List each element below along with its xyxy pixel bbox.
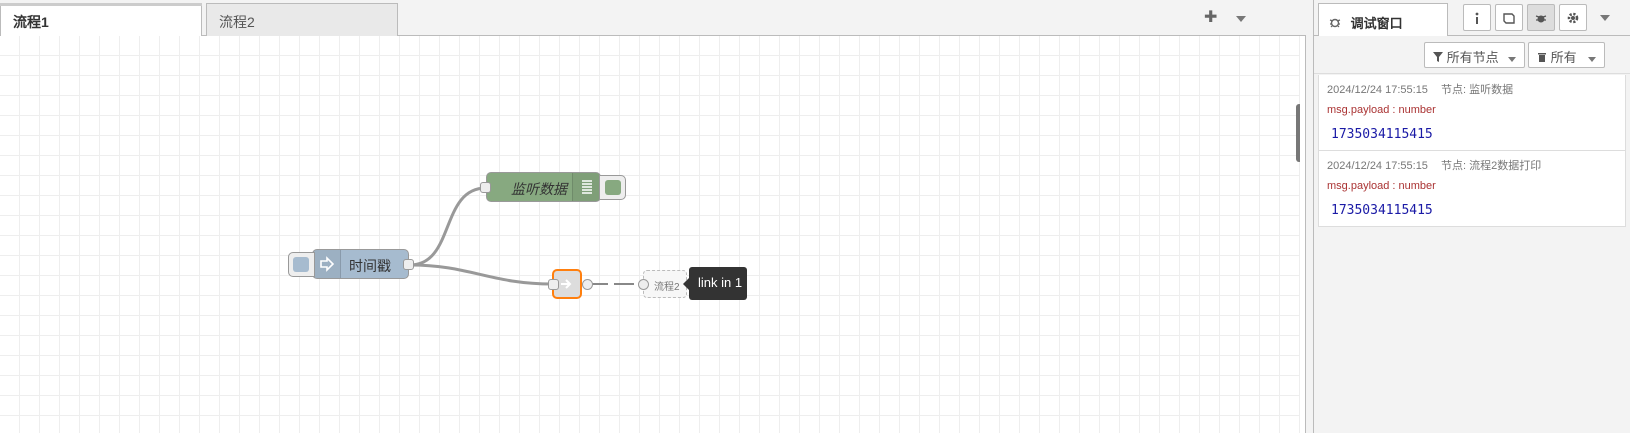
link-in-flow-label: 流程2 xyxy=(654,282,680,293)
inject-node-label: 时间戳 xyxy=(349,258,391,274)
workspace: 流程1 流程2 ✚ 时间戳 监听数据 流程2 link in 1 xyxy=(0,0,1306,433)
flow-canvas[interactable]: 时间戳 监听数据 流程2 link in 1 xyxy=(0,36,1300,433)
tab-flow-2[interactable]: 流程2 xyxy=(206,3,398,37)
message-value[interactable]: 1735034115415 xyxy=(1327,121,1617,142)
bug-icon[interactable] xyxy=(1527,4,1555,31)
link-in-node[interactable]: 流程2 xyxy=(643,270,687,298)
link-out-icon xyxy=(558,275,576,293)
tab-label: 流程2 xyxy=(219,14,255,30)
debug-input-port[interactable] xyxy=(480,182,491,193)
trash-icon xyxy=(1537,50,1551,65)
plus-icon[interactable]: ✚ xyxy=(1204,7,1217,27)
wire-inject-to-debug xyxy=(409,186,487,267)
tab-label: 流程1 xyxy=(13,14,49,30)
bug-icon xyxy=(1329,16,1343,31)
arrow-in-icon xyxy=(313,250,341,278)
gear-icon[interactable] xyxy=(1559,4,1587,31)
link-in-input-port[interactable] xyxy=(638,279,649,290)
tab-debug[interactable]: 调试窗口 xyxy=(1318,3,1448,37)
sidebar-tabbar: 调试窗口 xyxy=(1314,0,1630,37)
debug-message[interactable]: 2024/12/24 17:55:15 节点: 监听数据 msg.payload… xyxy=(1318,75,1626,151)
debug-message[interactable]: 2024/12/24 17:55:15 节点: 流程2数据打印 msg.payl… xyxy=(1318,151,1626,227)
message-node[interactable]: 节点: 监听数据 xyxy=(1441,84,1513,96)
tooltip-text: link in 1 xyxy=(698,275,743,290)
message-time: 2024/12/24 17:55:15 xyxy=(1327,160,1428,172)
message-topic: msg.payload : number xyxy=(1327,104,1436,116)
book-icon[interactable] xyxy=(1495,4,1523,31)
clear-label: 所有 xyxy=(1550,50,1577,65)
debug-toggle-button[interactable] xyxy=(599,175,626,200)
message-time: 2024/12/24 17:55:15 xyxy=(1327,84,1428,96)
list-icon xyxy=(572,173,600,201)
message-value[interactable]: 1735034115415 xyxy=(1327,197,1617,218)
tab-debug-label: 调试窗口 xyxy=(1350,16,1403,31)
debug-message-list: 2024/12/24 17:55:15 节点: 监听数据 msg.payload… xyxy=(1318,75,1626,227)
debug-node[interactable]: 监听数据 xyxy=(486,172,601,202)
clear-button[interactable]: 所有 xyxy=(1528,42,1606,68)
link-out-output-port[interactable] xyxy=(582,279,593,290)
inject-button[interactable] xyxy=(288,252,315,277)
chevron-down-icon[interactable] xyxy=(1236,10,1246,28)
message-topic: msg.payload : number xyxy=(1327,180,1436,192)
wires xyxy=(409,186,643,286)
filter-label: 所有节点 xyxy=(1446,50,1499,65)
sidebar-splitter[interactable] xyxy=(1306,0,1314,433)
filter-button[interactable]: 所有节点 xyxy=(1424,42,1526,68)
wire-inject-to-link-out xyxy=(409,263,554,286)
debug-sidebar: 调试窗口 所有节点 所有 2024/12/24 17:55:15 节点: 监听数… xyxy=(1314,0,1630,433)
debug-node-label: 监听数据 xyxy=(511,181,567,197)
debug-toolbar: 所有节点 所有 xyxy=(1314,36,1630,74)
inject-node[interactable]: 时间戳 xyxy=(312,249,409,279)
link-in-tooltip: link in 1 xyxy=(683,267,747,300)
info-icon[interactable] xyxy=(1463,4,1491,31)
chevron-down-icon xyxy=(1588,50,1597,65)
workspace-tabbar: 流程1 流程2 ✚ xyxy=(0,0,1306,37)
chevron-down-icon[interactable] xyxy=(1591,4,1619,31)
tab-flow-1[interactable]: 流程1 xyxy=(0,3,202,37)
filter-icon xyxy=(1433,50,1447,65)
vertical-scrollbar[interactable] xyxy=(1296,104,1300,162)
chevron-down-icon xyxy=(1508,50,1517,65)
inject-output-port[interactable] xyxy=(403,259,414,270)
link-out-input-port[interactable] xyxy=(548,279,559,290)
message-node[interactable]: 节点: 流程2数据打印 xyxy=(1441,160,1541,172)
